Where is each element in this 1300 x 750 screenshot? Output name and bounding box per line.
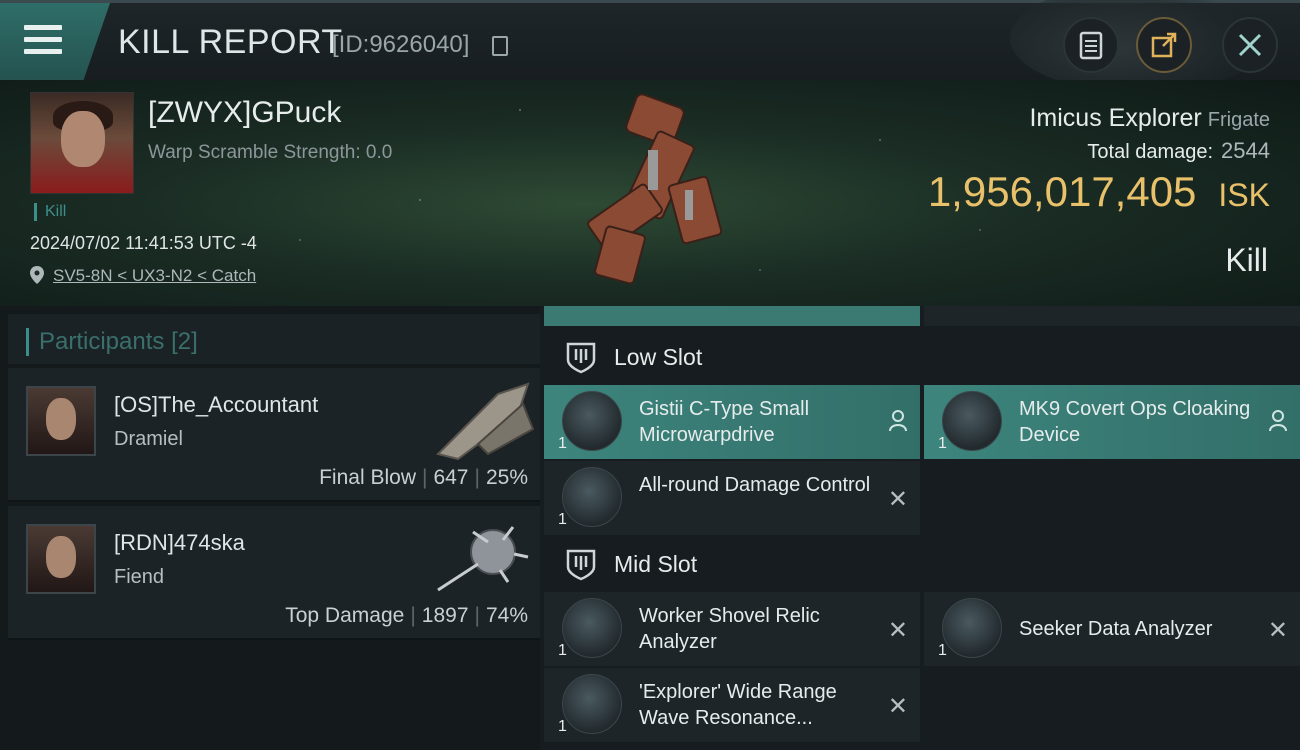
fitting-panel: Low Slot 1 Gistii C-Type Small Microwarp… [540,306,1300,750]
participant-name[interactable]: [RDN]474ska [114,530,245,556]
destroyed-icon: ✕ [887,486,908,513]
participant-role: Top Damage [285,604,405,627]
destroyed-icon: ✕ [887,693,908,720]
isk-unit: ISK [1218,177,1270,213]
victim-ship-image [587,93,723,285]
mid-slot-label: Mid Slot [614,551,698,577]
module-name: 'Explorer' Wide Range Wave Resonance... [639,681,837,729]
module-qty: 1 [558,642,567,659]
participant-avatar[interactable] [26,386,96,456]
module-item[interactable]: 1 Gistii C-Type Small Microwarpdrive [544,385,920,459]
kill-id: [ID:9626040] [332,31,470,58]
victim-summary: [ZWYX]GPuck Warp Scramble Strength: 0.0 … [0,80,1300,306]
dropped-person-icon [889,410,907,432]
participant-ship: Fiend [114,566,165,588]
dropped-person-icon [1269,410,1287,432]
destroyed-icon: ✕ [1267,617,1288,644]
module-partial[interactable] [544,306,920,326]
participant-percent: 25% [485,466,528,489]
victim-name[interactable]: [ZWYX]GPuck [148,96,341,130]
module-qty: 1 [938,435,947,452]
module-qty: 1 [558,511,567,528]
participants-count: [2] [171,328,198,355]
destroyed-icon: ✕ [887,617,908,644]
participants-header: Participants [2] [8,314,540,364]
kill-datetime: 2024/07/02 11:41:53 UTC -4 [30,233,257,253]
participant-stats: Final Blow | 647 | 25% [319,466,528,489]
participant-row[interactable]: [OS]The_Accountant Dramiel Final Blow | 64… [8,368,540,502]
participants-panel: Participants [2] [OS]The_Accountant Dram… [0,306,540,750]
module-partial[interactable] [924,306,1300,326]
result-label: Kill [1225,242,1268,278]
module-name: MK9 Covert Ops Cloaking Device [1019,398,1251,446]
module-qty: 1 [558,718,567,735]
location-pin-icon [30,266,44,284]
participant-avatar[interactable] [26,524,96,594]
participant-name[interactable]: [OS]The_Accountant [114,392,318,418]
low-slot-icon [566,342,596,374]
module-icon [562,391,622,451]
participant-damage: 1897 [421,604,469,627]
module-icon [942,391,1002,451]
ship-class: Frigate [1207,109,1270,131]
low-slot-header: Low Slot [544,332,920,382]
participant-role: Final Blow [319,466,416,489]
participant-ship-image [436,382,535,461]
header-bar: KILL REPORT [ID:9626040] [0,0,1300,93]
module-icon [562,674,622,734]
close-icon [1238,33,1262,57]
clipboard-icon [1079,31,1103,60]
share-icon [1151,32,1177,58]
mid-slot-icon [566,549,596,581]
module-name: Gistii C-Type Small Microwarpdrive [639,398,810,446]
participant-row[interactable]: [RDN]474ska Fiend Top Damage | 1897 | 74% [8,506,540,640]
menu-button[interactable] [0,3,110,83]
isk-value: 1,956,017,405 ISK [927,168,1270,215]
clipboard-button[interactable] [1063,17,1119,73]
participant-percent: 74% [485,604,528,627]
kill-tag: Kill [34,203,66,221]
hamburger-icon [24,25,62,57]
participant-ship: Dramiel [114,428,183,450]
module-qty: 1 [558,435,567,452]
low-slot-label: Low Slot [614,344,703,370]
kill-location-link[interactable]: SV5-8N < UX3-N2 < Catch [53,266,256,286]
participant-ship-image [437,526,529,592]
module-name: Seeker Data Analyzer [1019,618,1213,640]
module-item[interactable]: 1 Seeker Data Analyzer ✕ [924,592,1300,666]
mid-slot-header: Mid Slot [544,539,920,589]
victim-avatar[interactable] [30,92,134,194]
module-item[interactable]: 1 MK9 Covert Ops Cloaking Device [924,385,1300,459]
module-item[interactable]: 1 Worker Shovel Relic Analyzer ✕ [544,592,920,666]
close-button[interactable] [1222,17,1278,73]
participants-title: Participants [2] [26,328,198,356]
module-name: Worker Shovel Relic Analyzer [639,605,820,653]
module-qty: 1 [938,642,947,659]
total-damage-value: 2544 [1221,138,1270,163]
module-icon [562,467,622,527]
participant-damage: 647 [433,466,469,489]
copy-icon[interactable] [492,36,508,56]
participant-stats: Top Damage | 1897 | 74% [285,604,528,627]
module-item[interactable]: 1 All-round Damage Control ✕ [544,461,920,535]
share-button[interactable] [1136,17,1192,73]
module-name: All-round Damage Control [639,474,871,496]
page-title: KILL REPORT [118,23,343,61]
total-damage: Total damage: 2544 [1087,138,1270,163]
module-item[interactable]: 1 'Explorer' Wide Range Wave Resonance..… [544,668,920,742]
warp-scramble-strength: Warp Scramble Strength: 0.0 [148,142,393,163]
victim-ship-name[interactable]: Imicus Explorer Frigate [1029,104,1270,133]
module-icon [942,598,1002,658]
module-icon [562,598,622,658]
